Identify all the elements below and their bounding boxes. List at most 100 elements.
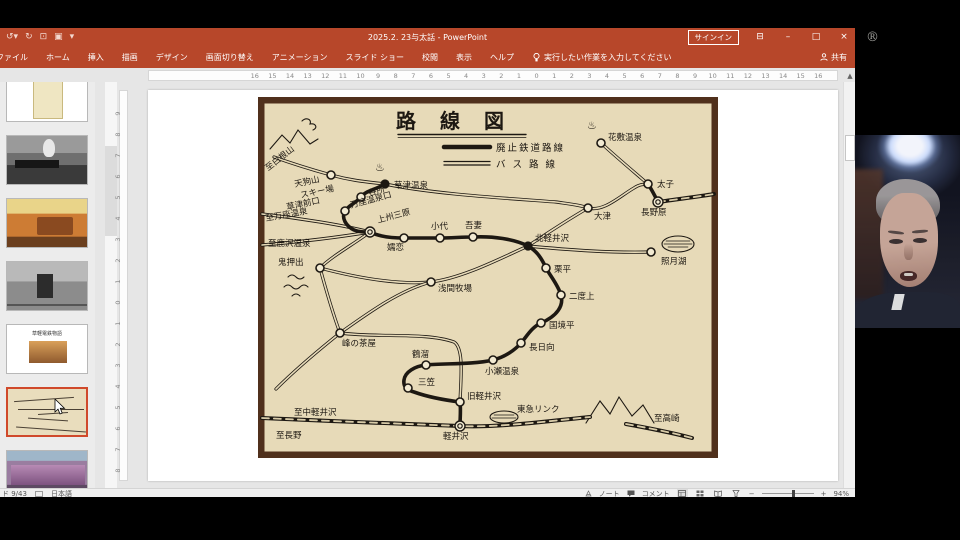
tab-0[interactable]: ファイル [0,52,37,63]
svg-text:草津温泉: 草津温泉 [394,180,429,191]
tab-6[interactable]: アニメーション [263,52,337,63]
svg-text:至鹿沢温泉: 至鹿沢温泉 [268,238,311,249]
svg-text:太子: 太子 [657,179,675,190]
share-label: 共有 [831,52,847,62]
webcam-overlay [855,135,960,328]
minimize-button[interactable]: – [781,32,795,42]
canvas-scrollbar[interactable]: ▲ [843,72,855,488]
svg-text:旧軽井沢: 旧軽井沢 [467,391,502,402]
tab-7[interactable]: スライド ショー [336,52,413,63]
zoom-in-button[interactable]: + [821,490,827,498]
svg-text:国境平: 国境平 [549,320,575,331]
ribbon-tabs: ファイルホーム挿入描画デザイン画面切り替えアニメーションスライド ショー校閲表示… [0,52,523,63]
redo-icon[interactable]: ↻ [25,32,33,42]
registered-trademark-logo: ® [866,30,879,45]
notes-button[interactable]: ノート [599,489,620,498]
horizontal-ruler[interactable]: 16 15 14 13 12 11 10 9 8 7 6 5 4 3 2 1 0 1 2 3 4 5 6 7 8 9 10 11 12 1… [148,70,838,81]
language-indicator[interactable]: 日本語 [51,489,72,498]
tab-4[interactable]: デザイン [147,52,197,63]
slide-canvas: 草津温泉 谷所 万座温泉口 上州三原 嬬恋 小代 吾妻 北軽井沢 栗平 二度上 国境平 長日向 小瀬温泉… [128,82,843,488]
slide-thumbnail-4[interactable] [6,261,88,311]
svg-text:小瀬温泉: 小瀬温泉 [485,366,520,377]
lightbulb-icon [533,52,540,61]
vertical-ruler[interactable]: 9876543210123456789 [114,82,128,494]
hot-spring-icon: ♨ [587,119,597,132]
tell-me-placeholder: 実行したい作業を入力してください [544,52,672,62]
current-slide[interactable]: 草津温泉 谷所 万座温泉口 上州三原 嬬恋 小代 吾妻 北軽井沢 栗平 二度上 国境平 長日向 小瀬温泉… [148,90,838,481]
maximize-button[interactable]: □ [809,32,823,42]
svg-text:花敷温泉: 花敷温泉 [608,132,643,143]
tab-3[interactable]: 描画 [113,52,147,63]
qat-customize-icon[interactable]: ▾ [70,32,75,42]
comments-button[interactable]: コメント [642,489,670,498]
svg-text:長野原: 長野原 [641,208,667,218]
zoom-out-button[interactable]: − [749,490,755,498]
hot-spring-icon: ♨ [375,161,385,174]
svg-text:峰の茶屋: 峰の茶屋 [342,338,377,349]
slide-thumbnail-3[interactable] [6,198,88,248]
legend-rail-label: 廃止鉄道路線 [496,142,565,154]
svg-text:軽井沢: 軽井沢 [443,431,469,442]
tab-9[interactable]: 表示 [447,52,481,63]
tab-10[interactable]: ヘルプ [481,52,523,63]
zoom-slider-thumb[interactable] [791,490,795,497]
slide-thumbnail-2[interactable] [6,135,88,185]
share-button[interactable]: 共有 [820,52,847,63]
slide-thumbnail-1[interactable] [6,82,88,122]
status-bar: ド 9/43 日本語 ノート コメント − + 94% [0,488,855,497]
station: 太子 [643,179,675,190]
undo-icon[interactable]: ↺▾ [6,32,18,42]
canvas-scrollbar-thumb[interactable] [845,135,855,161]
svg-text:嬬恋: 嬬恋 [387,242,404,253]
slide-thumbnail-7[interactable] [6,450,88,488]
ruler-row: 16 15 14 13 12 11 10 9 8 7 6 5 4 3 2 1 0 1 2 3 4 5 6 7 8 9 10 11 12 1… [0,68,855,82]
webcam-tint [855,135,960,328]
slide-thumbnail-5[interactable]: 草軽電鉄物語 [6,324,88,374]
svg-text:三笠: 三笠 [418,377,436,388]
slide-thumbnail-panel[interactable]: 草軽電鉄物語 [0,82,95,488]
save-icon[interactable]: ▣ [54,32,63,42]
svg-text:鶴溜: 鶴溜 [412,349,429,360]
sign-in-button[interactable]: サインイン [687,29,739,45]
comments-icon [627,490,635,497]
svg-text:小代: 小代 [431,221,449,232]
normal-view-button[interactable] [676,489,688,497]
route-map-svg: 草津温泉谷所万座温泉口上州三原嬬恋小代 吾妻北軽井沢栗平二度上国境平長日向小瀬温泉… [258,97,718,458]
route-map-image[interactable]: 草津温泉 谷所 万座温泉口 上州三原 嬬恋 小代 吾妻 北軽井沢 栗平 二度上 国境平 長日向 小瀬温泉… [258,97,718,458]
workspace: 草軽電鉄物語 9876543210123456789 草津温泉谷所万座温泉口上州… [0,72,855,494]
legend-bus-label: バ ス 路 線 [496,159,557,171]
svg-text:浅間牧場: 浅間牧場 [438,283,473,294]
svg-text:吾妻: 吾妻 [465,220,483,231]
scroll-up-icon[interactable]: ▲ [844,70,855,82]
svg-text:至長野: 至長野 [276,431,302,441]
slide-sorter-view-button[interactable] [695,489,706,497]
svg-text:北軽井沢: 北軽井沢 [535,233,570,244]
slide-thumbnail-6[interactable] [6,387,88,437]
tab-1[interactable]: ホーム [37,52,79,63]
ribbon-tab-row: ファイルホーム挿入描画デザイン画面切り替えアニメーションスライド ショー校閲表示… [0,46,855,68]
station [646,247,656,257]
slide-number-indicator: ド 9/43 [2,489,27,498]
quick-access-toolbar: ↺▾ ↻ ⊡ ▣ ▾ [6,32,74,42]
zoom-slider[interactable] [761,490,814,497]
svg-text:東急リンク: 東急リンク [517,404,560,415]
tell-me-box[interactable]: 実行したい作業を入力してください [533,52,672,63]
zoom-percentage[interactable]: 94% [833,490,849,498]
accessibility-check-icon[interactable] [35,490,43,497]
ribbon-display-options-icon[interactable]: ⊟ [753,32,767,42]
notes-icon [585,490,592,497]
tab-5[interactable]: 画面切り替え [197,52,263,63]
svg-text:大津: 大津 [594,211,612,222]
map-title: 路線図 [396,109,528,133]
tab-8[interactable]: 校閲 [413,52,447,63]
slideshow-view-button[interactable] [731,489,742,497]
title-bar: ↺▾ ↻ ⊡ ▣ ▾ 2025.2. 23与太話 - PowerPoint サイ… [0,28,855,46]
tab-2[interactable]: 挿入 [79,52,113,63]
reading-view-button[interactable] [713,489,724,497]
close-button[interactable]: × [837,32,851,42]
svg-text:至中軽井沢: 至中軽井沢 [294,407,337,418]
slideshow-icon[interactable]: ⊡ [40,32,48,42]
svg-text:至高崎: 至高崎 [654,413,680,424]
person-icon [820,53,828,61]
svg-text:長日向: 長日向 [529,342,555,353]
